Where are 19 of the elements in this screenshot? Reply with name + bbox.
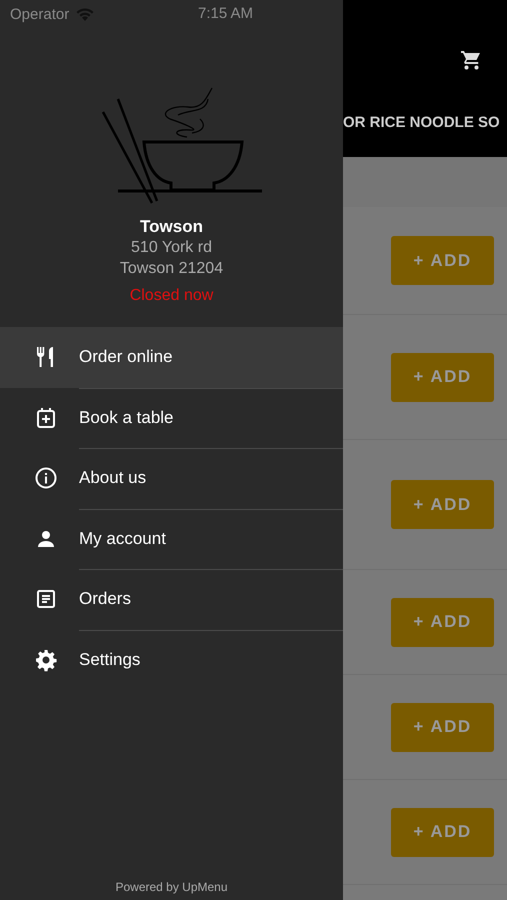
address-line: Towson 21204 — [120, 259, 224, 279]
settings-icon — [34, 648, 58, 672]
wifi-icon — [75, 6, 96, 22]
calendar-plus-icon — [34, 406, 58, 430]
menu-item[interactable]: Book a table — [0, 388, 343, 448]
menu-item[interactable]: My account — [0, 508, 343, 569]
info-icon — [34, 466, 58, 490]
restaurant-name: Towson — [140, 217, 203, 237]
menu-item[interactable]: Order online — [0, 327, 343, 388]
status-time: 7:15 AM — [198, 5, 254, 22]
menu-item[interactable]: Orders — [0, 569, 343, 630]
cart-icon[interactable] — [459, 48, 483, 72]
powered-by-text: Powered by UpMenu — [115, 880, 228, 894]
menu-item[interactable]: Settings — [0, 630, 343, 690]
opening-status: Closed now — [130, 287, 214, 305]
address-line: 510 York rd — [131, 238, 212, 258]
menu-item[interactable]: About us — [0, 448, 343, 508]
carrier-name: Operator — [10, 6, 70, 22]
category-title: OR RICE NOODLE SO — [343, 114, 500, 131]
